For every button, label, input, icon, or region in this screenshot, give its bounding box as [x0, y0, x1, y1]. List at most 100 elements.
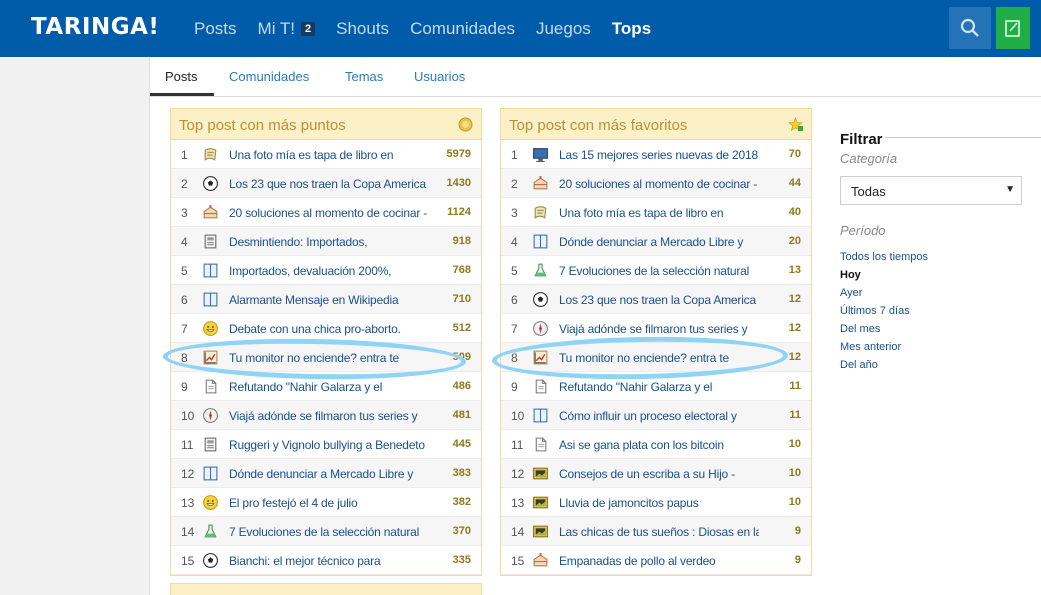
list-item[interactable]: 1 Una foto mía es tapa de libro en 5979 — [171, 140, 481, 169]
nav-label: Mi T! — [257, 18, 295, 38]
list-item[interactable]: 14 7 Evoluciones de la selección natural 3… — [171, 517, 481, 546]
post-title-link[interactable]: Refutando "Nahir Galarza y el — [229, 380, 429, 394]
period-year[interactable]: Del año — [840, 358, 928, 376]
nav-posts[interactable]: Posts — [194, 19, 237, 39]
list-item[interactable]: 15 Empanadas de pollo al verdeo 9 — [501, 546, 811, 575]
list-item[interactable]: 15 Bianchi: el mejor técnico para 335 — [171, 546, 481, 575]
rank-number: 14 — [511, 525, 525, 539]
panel-header: Top post con más favoritos — [501, 109, 811, 140]
post-title-link[interactable]: 7 Evoluciones de la selección natural — [229, 525, 429, 539]
list-item[interactable]: 3 Una foto mía es tapa de libro en 40 — [501, 198, 811, 227]
list-item[interactable]: 12 Consejos de un escriba a su Hijo - 10 — [501, 459, 811, 488]
post-title-link[interactable]: Empanadas de pollo al verdeo — [559, 554, 759, 568]
nav-mi-t[interactable]: Mi T! 2 — [258, 19, 316, 39]
tab-comunidades[interactable]: Comunidades — [229, 69, 309, 84]
list-item[interactable]: 7 Viajá adónde se filmaron tus series y 12 — [501, 314, 811, 343]
list-item[interactable]: 8 Tu monitor no enciende? entra te 12 — [501, 343, 811, 372]
post-title-link[interactable]: Asi se gana plata con los bitcoin — [559, 438, 759, 452]
search-button[interactable] — [949, 7, 991, 49]
list-item[interactable]: 2 Los 23 que nos traen la Copa America 143… — [171, 169, 481, 198]
rank-number: 2 — [511, 177, 518, 191]
post-title-link[interactable]: Una foto mía es tapa de libro en — [559, 206, 759, 220]
list-item[interactable]: 11 Asi se gana plata con los bitcoin 10 — [501, 430, 811, 459]
write-post-button[interactable] — [996, 7, 1030, 49]
rank-number: 11 — [181, 438, 194, 452]
period-today[interactable]: Hoy — [840, 268, 928, 286]
post-title-link[interactable]: Alarmante Mensaje en Wikipedia — [229, 293, 429, 307]
post-title-link[interactable]: Desmintiendo: Importados, — [229, 235, 429, 249]
taringa-logo[interactable]: TARINGA! — [31, 14, 159, 40]
post-score: 5979 — [446, 148, 471, 160]
paper-icon — [204, 148, 217, 161]
list-item[interactable]: 3 20 soluciones al momento de cocinar - 11… — [171, 198, 481, 227]
list-item[interactable]: 5 Importados, devaluación 200%, 768 — [171, 256, 481, 285]
period-all-time[interactable]: Todos los tiempos — [840, 250, 928, 268]
tab-usuarios[interactable]: Usuarios — [414, 69, 465, 84]
post-title-link[interactable]: Las chicas de tus sueños : Diosas en la — [559, 525, 759, 539]
rank-number: 9 — [181, 380, 188, 394]
period-month[interactable]: Del mes — [840, 322, 928, 340]
list-item[interactable]: 13 El pro festejó el 4 de julio 382 — [171, 488, 481, 517]
list-item[interactable]: 2 20 soluciones al momento de cocinar - 44 — [501, 169, 811, 198]
nav-comunidades[interactable]: Comunidades — [410, 19, 515, 39]
list-item[interactable]: 4 Dónde denunciar a Mercado Libre y 20 — [501, 227, 811, 256]
compass-icon — [533, 321, 548, 336]
post-title-link[interactable]: Cómo influir un proceso electoral y — [559, 409, 759, 423]
nav-juegos[interactable]: Juegos — [536, 19, 591, 39]
post-title-link[interactable]: Viajá adónde se filmaron tus series y — [229, 409, 429, 423]
post-title-link[interactable]: 20 soluciones al momento de cocinar - — [229, 206, 429, 220]
post-title-link[interactable]: Ruggeri y Vignolo bullying a Benedeto — [229, 438, 429, 452]
rank-number: 4 — [181, 235, 188, 249]
list-item[interactable]: 9 Refutando "Nahir Galarza y el 486 — [171, 372, 481, 401]
period-yesterday[interactable]: Ayer — [840, 286, 928, 304]
list-item[interactable]: 6 Los 23 que nos traen la Copa America 12 — [501, 285, 811, 314]
post-title-link[interactable]: Bianchi: el mejor técnico para — [229, 554, 429, 568]
post-title-link[interactable]: 7 Evoluciones de la selección natural — [559, 264, 759, 278]
tab-temas[interactable]: Temas — [345, 69, 383, 84]
list-item[interactable]: 10 Viajá adónde se filmaron tus series y 4… — [171, 401, 481, 430]
list-item[interactable]: 6 Alarmante Mensaje en Wikipedia 710 — [171, 285, 481, 314]
post-title-link[interactable]: Viajá adónde se filmaron tus series y — [559, 322, 759, 336]
list-item[interactable]: 8 Tu monitor no enciende? entra te 509 — [171, 343, 481, 372]
tab-posts[interactable]: Posts — [165, 69, 198, 84]
post-title-link[interactable]: Las 15 mejores series nuevas de 2018 — [559, 148, 759, 162]
list-item[interactable]: 1 Las 15 mejores series nuevas de 2018 70 — [501, 140, 811, 169]
period-last-month[interactable]: Mes anterior — [840, 340, 928, 358]
list-item[interactable]: 14 Las chicas de tus sueños : Diosas en l… — [501, 517, 811, 546]
star-plus-icon — [788, 117, 803, 132]
post-title-link[interactable]: Lluvia de jamoncitos papus — [559, 496, 759, 510]
post-title-link[interactable]: El pro festejó el 4 de julio — [229, 496, 429, 510]
list-item[interactable]: 10 Cómo influir un proceso electoral y 11 — [501, 401, 811, 430]
post-title-link[interactable]: Los 23 que nos traen la Copa America — [559, 293, 759, 307]
post-title-link[interactable]: Tu monitor no enciende? entra te — [229, 351, 429, 365]
list-item[interactable]: 4 Desmintiendo: Importados, 918 — [171, 227, 481, 256]
post-score: 382 — [452, 496, 471, 508]
period-last-7-days[interactable]: Últimos 7 días — [840, 304, 928, 322]
post-title-link[interactable]: Debate con una chica pro-aborto. — [229, 322, 429, 336]
post-title-link[interactable]: 20 soluciones al momento de cocinar - — [559, 177, 759, 191]
post-title-link[interactable]: Los 23 que nos traen la Copa America — [229, 177, 429, 191]
list-item[interactable]: 11 Ruggeri y Vignolo bullying a Benedeto 4… — [171, 430, 481, 459]
list-item[interactable]: 12 Dónde denunciar a Mercado Libre y 383 — [171, 459, 481, 488]
post-title-link[interactable]: Dónde denunciar a Mercado Libre y — [559, 235, 759, 249]
main-nav: Posts Mi T! 2 Shouts Comunidades Juegos T… — [194, 0, 672, 57]
chevron-down-icon: ▼ — [1005, 184, 1015, 195]
post-title-link[interactable]: Dónde denunciar a Mercado Libre y — [229, 467, 429, 481]
favorites-list: 1 Las 15 mejores series nuevas de 2018 70 2… — [501, 140, 811, 575]
post-title-link[interactable]: Importados, devaluación 200%, — [229, 264, 429, 278]
rank-number: 10 — [511, 409, 525, 423]
post-title-link[interactable]: Una foto mía es tapa de libro en — [229, 148, 429, 162]
list-item[interactable]: 9 Refutando "Nahir Galarza y el 11 — [501, 372, 811, 401]
post-title-link[interactable]: Refutando "Nahir Galarza y el — [559, 380, 759, 394]
list-item[interactable]: 7 Debate con una chica pro-aborto. 512 — [171, 314, 481, 343]
rank-number: 7 — [181, 322, 188, 336]
list-item[interactable]: 5 7 Evoluciones de la selección natural 13 — [501, 256, 811, 285]
post-title-link[interactable]: Tu monitor no enciende? entra te — [559, 351, 759, 365]
nav-tops[interactable]: Tops — [612, 19, 651, 39]
nav-shouts[interactable]: Shouts — [336, 19, 389, 39]
post-title-link[interactable]: Consejos de un escriba a su Hijo - — [559, 467, 759, 481]
category-select[interactable]: Todas ▼ — [840, 176, 1022, 205]
rank-number: 6 — [511, 293, 518, 307]
list-item[interactable]: 13 Lluvia de jamoncitos papus 10 — [501, 488, 811, 517]
rank-number: 9 — [511, 380, 518, 394]
